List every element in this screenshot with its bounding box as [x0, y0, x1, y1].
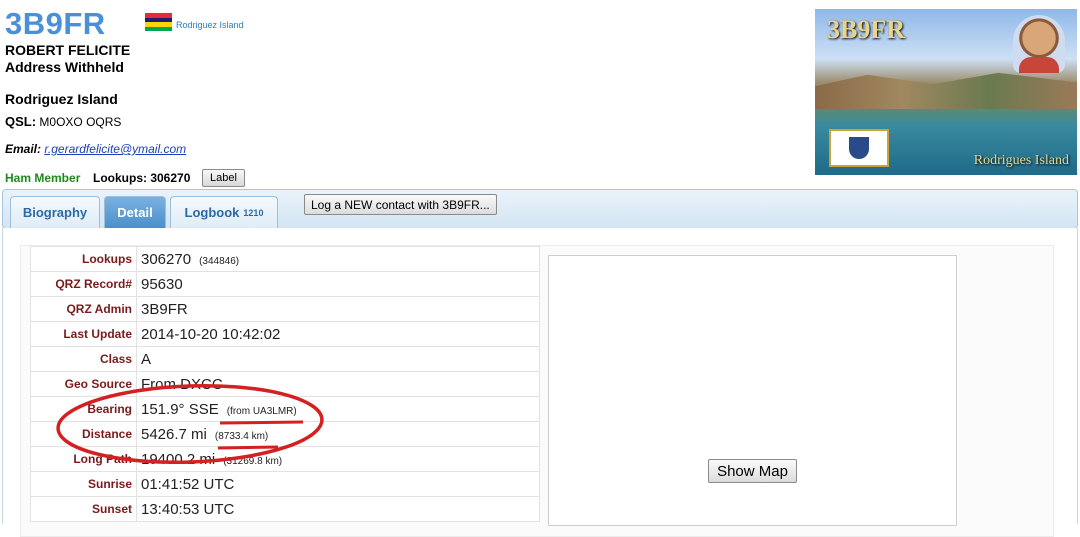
mauritius-flag-icon — [145, 13, 172, 31]
row-key: QRZ Record# — [30, 271, 137, 297]
tab-logbook[interactable]: Logbook 1210 — [170, 196, 278, 228]
tab-bar: Biography Detail Logbook 1210 — [2, 189, 1078, 229]
email-link[interactable]: r.gerardfelicite@ymail.com — [44, 142, 186, 156]
email-info: Email: r.gerardfelicite@ymail.com — [5, 142, 186, 156]
tab-logbook-count: 1210 — [243, 207, 264, 218]
row-value-text: 19400.2 mi — [141, 450, 216, 468]
row-extra: (31269.8 km) — [223, 455, 283, 467]
row-key: Long Path — [30, 446, 137, 472]
table-row: Long Path 19400.2 mi (31269.8 km) — [30, 446, 540, 472]
row-value: 01:41:52 UTC — [136, 471, 540, 497]
tab-logbook-label: Logbook — [184, 205, 240, 220]
flag-country-label: Rodriguez Island — [176, 20, 244, 30]
label-button[interactable]: Label — [202, 169, 245, 187]
table-row: Sunset 13:40:53 UTC — [30, 496, 540, 522]
operator-name: ROBERT FELICITE — [5, 42, 131, 58]
row-value: 306270 (344846) — [136, 246, 540, 272]
row-key: QRZ Admin — [30, 296, 137, 322]
row-value-text: 3B9FR — [141, 300, 188, 318]
show-map-button[interactable]: Show Map — [708, 459, 797, 483]
operator-country: Rodriguez Island — [5, 91, 118, 107]
table-row: QRZ Record# 95630 — [30, 271, 540, 297]
qsl-info: QSL: M0OXO OQRS — [5, 114, 121, 129]
row-value-text: 95630 — [141, 275, 183, 293]
row-value-text: 01:41:52 UTC — [141, 475, 235, 493]
row-value-text: A — [141, 350, 152, 368]
table-row: Lookups 306270 (344846) — [30, 246, 540, 272]
row-value: 19400.2 mi (31269.8 km) — [136, 446, 540, 472]
lookups-count: Lookups: 306270 — [93, 171, 191, 185]
row-value-text: 13:40:53 UTC — [141, 500, 235, 518]
row-key: Distance — [30, 421, 137, 447]
row-key: Bearing — [30, 396, 137, 422]
log-new-contact-button[interactable]: Log a NEW contact with 3B9FR... — [304, 194, 497, 215]
row-key: Class — [30, 346, 137, 372]
qsl-value: M0OXO OQRS — [39, 115, 122, 129]
row-key: Last Update — [30, 321, 137, 347]
detail-table: Lookups 306270 (344846) QRZ Record# 95630… — [30, 246, 540, 522]
table-row: Last Update 2014-10-20 10:42:02 — [30, 321, 540, 347]
row-extra: (from UA3LMR) — [226, 405, 297, 417]
table-row: Sunrise 01:41:52 UTC — [30, 471, 540, 497]
row-value: 5426.7 mi (8733.4 km) — [136, 421, 540, 447]
row-extra: (344846) — [199, 255, 240, 267]
row-value: A — [136, 346, 540, 372]
tab-detail[interactable]: Detail — [104, 196, 166, 228]
operator-address: Address Withheld — [5, 59, 124, 75]
row-value-text: From DXCC — [141, 375, 223, 393]
row-value: From DXCC — [136, 371, 540, 397]
photo-title: 3B9FR — [827, 15, 905, 44]
row-key: Geo Source — [30, 371, 137, 397]
photo-caption: Rodrigues Island — [973, 153, 1069, 168]
table-row: Distance 5426.7 mi (8733.4 km) — [30, 421, 540, 447]
callsign-title: 3B9FR — [5, 6, 106, 41]
table-row: Bearing 151.9° SSE (from UA3LMR) — [30, 396, 540, 422]
row-value: 13:40:53 UTC — [136, 496, 540, 522]
table-row: QRZ Admin 3B9FR — [30, 296, 540, 322]
tab-biography-label: Biography — [22, 205, 88, 220]
table-row: Geo Source From DXCC — [30, 371, 540, 397]
qsl-label: QSL: — [5, 114, 37, 129]
portrait-image — [1013, 15, 1065, 73]
map-container — [548, 255, 957, 526]
row-key: Lookups — [30, 246, 137, 272]
row-value-text: 5426.7 mi — [141, 425, 207, 443]
row-value: 2014-10-20 10:42:02 — [136, 321, 540, 347]
row-extra: (8733.4 km) — [214, 430, 269, 442]
row-value-text: 151.9° SSE — [141, 400, 219, 418]
photo-landscape — [815, 72, 1077, 109]
tab-detail-label: Detail — [117, 205, 153, 220]
row-value: 3B9FR — [136, 296, 540, 322]
row-value-text: 306270 — [141, 250, 192, 268]
table-row: Class A — [30, 346, 540, 372]
member-badge: Ham Member — [5, 171, 81, 185]
tab-biography[interactable]: Biography — [10, 196, 100, 228]
operator-photo: 3B9FR Rodrigues Island — [815, 9, 1077, 175]
row-value: 151.9° SSE (from UA3LMR) — [136, 396, 540, 422]
row-value-text: 2014-10-20 10:42:02 — [141, 325, 281, 343]
coat-of-arms-icon — [829, 129, 889, 167]
row-value: 95630 — [136, 271, 540, 297]
row-key: Sunrise — [30, 471, 137, 497]
row-key: Sunset — [30, 496, 137, 522]
email-label: Email: — [5, 142, 42, 156]
